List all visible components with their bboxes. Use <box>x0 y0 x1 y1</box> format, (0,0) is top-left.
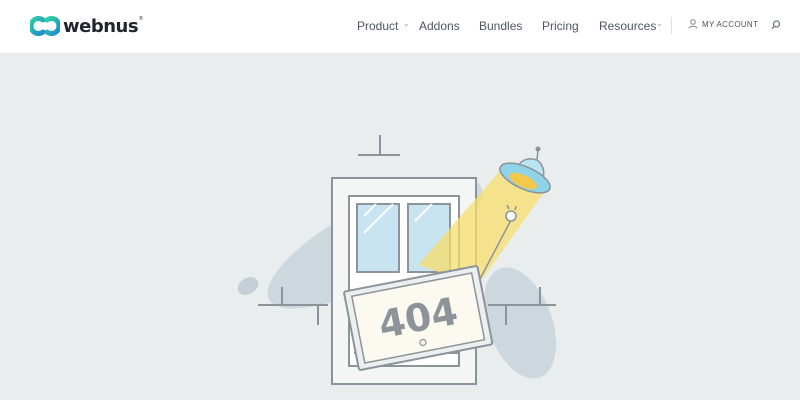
error-404-illustration: 404 <box>237 135 557 385</box>
background-blob <box>237 277 259 295</box>
main-nav: Product ⌄ Addons Bundles Pricing Resourc… <box>0 0 800 53</box>
my-account-link[interactable]: MY ACCOUNT <box>688 19 758 29</box>
ceiling-hanger <box>358 135 400 156</box>
my-account-label: MY ACCOUNT <box>702 19 759 29</box>
chevron-down-icon[interactable]: ⌄ <box>656 19 663 28</box>
nav-item-bundles[interactable]: Bundles <box>479 19 522 33</box>
nav-item-pricing[interactable]: Pricing <box>542 19 579 33</box>
user-icon <box>688 19 698 29</box>
nav-divider <box>671 17 672 34</box>
nav-item-product[interactable]: Product <box>357 19 398 33</box>
site-header: webnus ® Product ⌄ Addons Bundles Pricin… <box>0 0 800 53</box>
search-icon[interactable] <box>770 19 782 31</box>
nav-item-addons[interactable]: Addons <box>419 19 460 33</box>
chevron-down-icon[interactable]: ⌄ <box>403 19 410 28</box>
nav-item-resources[interactable]: Resources <box>599 19 656 33</box>
